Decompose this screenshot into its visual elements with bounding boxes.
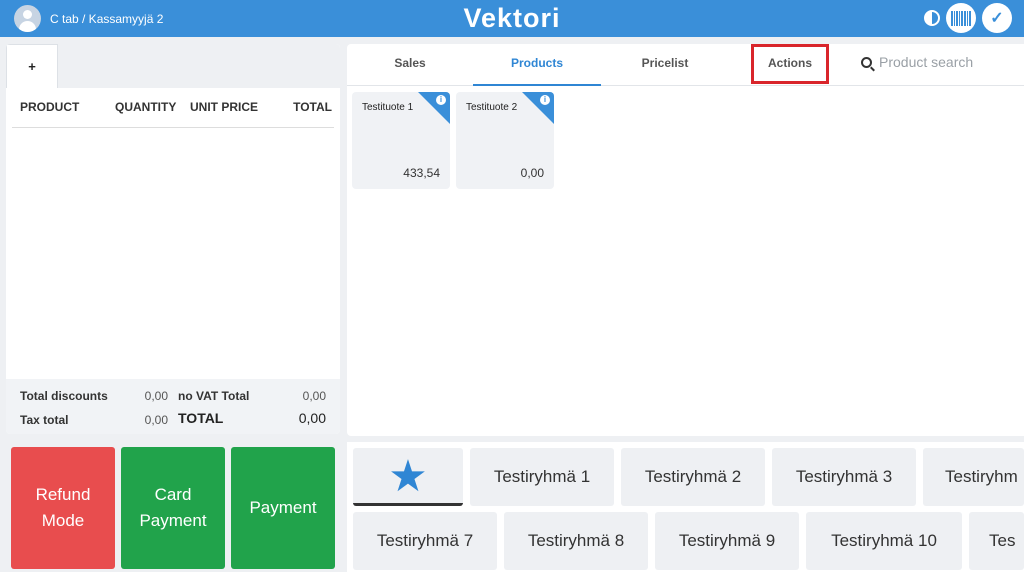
info-icon[interactable]: i	[540, 95, 550, 105]
favorites-group-button[interactable]: ★	[353, 448, 463, 506]
confirm-button[interactable]: ✓	[982, 3, 1012, 33]
group-button[interactable]: Testiryhmä 2	[621, 448, 765, 506]
total-discounts-value: 0,00	[144, 389, 168, 403]
cart-table-header: PRODUCT QUANTITY UNIT PRICE TOTAL	[12, 100, 334, 128]
card-payment-button[interactable]: Card Payment	[121, 447, 225, 569]
payment-label: Payment	[249, 498, 317, 517]
product-groups: ★ Testiryhmä 1 Testiryhmä 2 Testiryhmä 3…	[347, 442, 1024, 572]
group-button[interactable]: Testiryhm	[923, 448, 1024, 506]
col-product: PRODUCT	[20, 100, 80, 114]
search-icon	[861, 56, 872, 68]
product-name: Testituote 2	[466, 102, 518, 113]
group-button[interactable]: Testiryhmä 1	[470, 448, 614, 506]
tab-bar: Sales Products Pricelist Actions	[347, 44, 1024, 86]
grand-total-label: TOTAL	[178, 410, 224, 426]
product-price: 0,00	[520, 166, 544, 180]
tab-pricelist[interactable]: Pricelist	[601, 44, 729, 86]
cart-tabs: +	[6, 44, 340, 88]
group-button[interactable]: Testiryhmä 9	[655, 512, 799, 570]
product-card[interactable]: Testituote 2 i 0,00	[456, 92, 554, 189]
add-cart-tab[interactable]: +	[6, 44, 58, 88]
col-unit-price: UNIT PRICE	[190, 100, 259, 114]
group-button[interactable]: Tes	[969, 512, 1024, 570]
barcode-icon	[951, 10, 971, 26]
col-total: TOTAL	[293, 100, 332, 114]
product-name: Testituote 1	[362, 102, 414, 113]
grand-total-value: 0,00	[298, 410, 326, 426]
tab-actions[interactable]: Actions	[751, 44, 829, 84]
product-price: 433,54	[403, 166, 440, 180]
star-icon: ★	[388, 452, 428, 501]
check-icon: ✓	[990, 10, 1004, 27]
total-discounts-label: Total discounts	[20, 389, 108, 403]
search-input[interactable]	[879, 54, 1019, 70]
info-icon[interactable]: i	[436, 95, 446, 105]
refund-mode-button[interactable]: Refund Mode	[11, 447, 115, 569]
cart-totals: Total discounts 0,00 no VAT Total 0,00 T…	[6, 379, 340, 434]
col-quantity: QUANTITY	[115, 100, 177, 114]
tab-products[interactable]: Products	[473, 44, 601, 86]
contrast-icon[interactable]	[924, 10, 940, 26]
cart-panel: + PRODUCT QUANTITY UNIT PRICE TOTAL Tota…	[6, 44, 340, 434]
no-vat-total-value: 0,00	[302, 389, 326, 403]
group-button[interactable]: Testiryhmä 7	[353, 512, 497, 570]
products-panel: Sales Products Pricelist Actions Testitu…	[347, 44, 1024, 436]
brand-logo: Vektori	[463, 3, 561, 33]
group-button[interactable]: Testiryhmä 8	[504, 512, 648, 570]
product-search	[861, 54, 1019, 70]
cart-items-list	[6, 136, 340, 376]
app-header: C tab / Kassamyyjä 2 Vektori ✓	[0, 0, 1024, 37]
tax-total-value: 0,00	[144, 413, 168, 427]
group-button[interactable]: Testiryhmä 10	[806, 512, 962, 570]
no-vat-total-label: no VAT Total	[178, 389, 250, 403]
payment-button[interactable]: Payment	[231, 447, 335, 569]
product-card[interactable]: Testituote 1 i 433,54	[352, 92, 450, 189]
refund-mode-label: Refund Mode	[35, 485, 91, 530]
card-payment-label: Card Payment	[139, 485, 207, 530]
tax-total-label: Tax total	[20, 413, 69, 427]
tab-sales[interactable]: Sales	[347, 44, 473, 86]
barcode-button[interactable]	[946, 3, 976, 33]
group-button[interactable]: Testiryhmä 3	[772, 448, 916, 506]
